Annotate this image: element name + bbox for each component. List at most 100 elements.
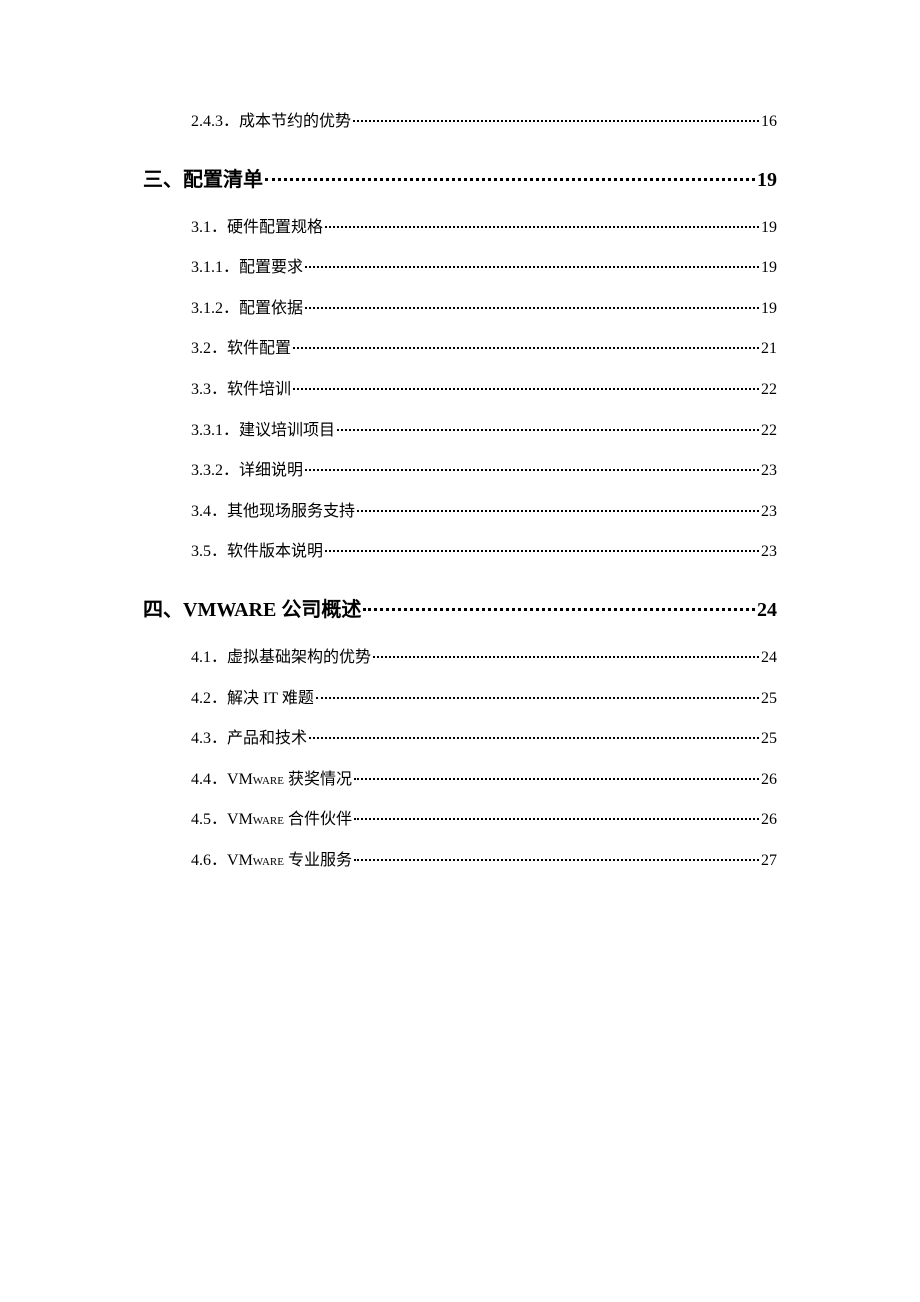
toc-entry: 3.3.2． 详细说明 23 <box>143 457 777 484</box>
toc-chapter-number: 三、 <box>143 164 183 196</box>
toc-entry-title: 建议培训项目 <box>239 418 335 444</box>
toc-entry: 3.5． 软件版本说明 23 <box>143 538 777 565</box>
toc-entry-title: 虚拟基础架构的优势 <box>227 645 371 671</box>
toc-leader-dots <box>353 104 759 122</box>
toc-entry-number: 3.1.2． <box>191 296 239 322</box>
toc-chapter-page: 24 <box>757 594 777 626</box>
toc-leader-dots <box>354 762 759 780</box>
toc-chapter: 三、 配置清单 19 3.1． 硬件配置规格 19 3.1.1． 配置要求 19… <box>143 163 777 565</box>
document-page: 2.4.3． 成本节约的优势 16 三、 配置清单 19 3.1． 硬件配置规格… <box>0 0 920 1302</box>
toc-entry-title: 配置依据 <box>239 296 303 322</box>
toc-entry-number: 3.3． <box>191 377 227 403</box>
toc-leader-dots <box>265 158 755 181</box>
toc-entry-number: 2.4.3． <box>191 109 239 135</box>
toc-entry: 3.3.1． 建议培训项目 22 <box>143 417 777 444</box>
toc-entry-title: 配置要求 <box>239 255 303 281</box>
toc-leader-dots <box>305 453 759 471</box>
toc-entry-title: VMware 合件伙伴 <box>227 807 352 833</box>
toc-leader-dots <box>337 413 759 431</box>
toc-entry-page: 21 <box>761 336 777 362</box>
toc-entry-title: 软件培训 <box>227 377 291 403</box>
toc-leader-dots <box>305 250 759 268</box>
toc-entry-title: 产品和技术 <box>227 726 307 752</box>
toc-chapter-heading: 三、 配置清单 19 <box>143 163 777 196</box>
toc-entry: 4.4． VMware 获奖情况 26 <box>143 766 777 793</box>
toc-entry-number: 3.1． <box>191 215 227 241</box>
toc-entry-title-smallcaps: ware <box>253 771 284 788</box>
toc-entry: 3.4． 其他现场服务支持 23 <box>143 498 777 525</box>
toc-entry-title: 解决 IT 难题 <box>227 686 314 712</box>
toc-leader-dots <box>363 588 755 611</box>
toc-leader-dots <box>325 534 759 552</box>
toc-entry-number: 3.3.1． <box>191 418 239 444</box>
toc-entry-page: 26 <box>761 767 777 793</box>
toc-chapter: 四、 VMWARE 公司概述 24 4.1． 虚拟基础架构的优势 24 4.2．… <box>143 593 777 874</box>
toc-entry-page: 25 <box>761 686 777 712</box>
toc-entry-page: 27 <box>761 848 777 874</box>
toc-leader-dots <box>309 721 759 739</box>
toc-entry-page: 22 <box>761 418 777 444</box>
toc-entry-number: 4.4． <box>191 767 227 793</box>
toc-entry-title-smallcaps: ware <box>253 852 284 869</box>
toc-chapter-page: 19 <box>757 164 777 196</box>
toc-entry-page: 22 <box>761 377 777 403</box>
toc-entry-page: 19 <box>761 215 777 241</box>
toc-entry-page: 23 <box>761 539 777 565</box>
toc-entry-title-prefix: VM <box>227 811 253 828</box>
toc-entry: 4.3． 产品和技术 25 <box>143 725 777 752</box>
toc-chapter-title: 配置清单 <box>183 164 263 196</box>
toc-entry-title-prefix: VM <box>227 852 253 869</box>
toc-entry-title: VMware 专业服务 <box>227 848 352 874</box>
toc-entry-title: 其他现场服务支持 <box>227 499 355 525</box>
toc-entry-page: 26 <box>761 807 777 833</box>
toc-leader-dots <box>357 494 759 512</box>
toc-entry-number: 4.3． <box>191 726 227 752</box>
toc-entry-number: 3.3.2． <box>191 458 239 484</box>
toc-entry: 3.1.1． 配置要求 19 <box>143 254 777 281</box>
toc-entry-title: 硬件配置规格 <box>227 215 323 241</box>
toc-entry: 4.2． 解决 IT 难题 25 <box>143 685 777 712</box>
toc-entry: 4.5． VMware 合件伙伴 26 <box>143 806 777 833</box>
toc-entry-page: 19 <box>761 255 777 281</box>
toc-entry: 2.4.3． 成本节约的优势 16 <box>143 108 777 135</box>
toc-entry: 4.6． VMware 专业服务 27 <box>143 847 777 874</box>
toc-chapter-number: 四、 <box>143 594 183 626</box>
toc-entry-page: 16 <box>761 109 777 135</box>
toc-chapter-heading: 四、 VMWARE 公司概述 24 <box>143 593 777 626</box>
toc-entry-title: 软件配置 <box>227 336 291 362</box>
toc-chapter-title: VMWARE 公司概述 <box>183 594 361 626</box>
toc-entry: 3.2． 软件配置 21 <box>143 335 777 362</box>
toc-entry: 3.1． 硬件配置规格 19 <box>143 214 777 241</box>
toc-entry-page: 19 <box>761 296 777 322</box>
toc-entry-page: 24 <box>761 645 777 671</box>
toc-entry-title-suffix: 合件伙伴 <box>284 811 352 828</box>
toc-entry: 3.1.2． 配置依据 19 <box>143 295 777 322</box>
toc-entry-title: 详细说明 <box>239 458 303 484</box>
toc-entry-number: 4.5． <box>191 807 227 833</box>
toc-entry-number: 3.1.1． <box>191 255 239 281</box>
toc-entry-page: 23 <box>761 458 777 484</box>
toc-leader-dots <box>354 843 759 861</box>
toc-entry: 3.3． 软件培训 22 <box>143 376 777 403</box>
toc-entry-title-suffix: 专业服务 <box>284 852 352 869</box>
toc-entry-title: 成本节约的优势 <box>239 109 351 135</box>
toc-entry-title: VMware 获奖情况 <box>227 767 352 793</box>
toc-leader-dots <box>325 210 759 228</box>
toc-leader-dots <box>305 291 759 309</box>
toc-leader-dots <box>316 681 759 699</box>
toc-entry-number: 4.6． <box>191 848 227 874</box>
toc-leader-dots <box>293 372 759 390</box>
toc-entry-number: 3.5． <box>191 539 227 565</box>
toc-entry: 4.1． 虚拟基础架构的优势 24 <box>143 644 777 671</box>
toc-entry-number: 4.2． <box>191 686 227 712</box>
toc-entry-title-prefix: VM <box>227 771 253 788</box>
toc-entry-title-smallcaps: ware <box>253 811 284 828</box>
toc-entry-page: 23 <box>761 499 777 525</box>
toc-leader-dots <box>354 802 759 820</box>
toc-entry-number: 3.2． <box>191 336 227 362</box>
toc-leader-dots <box>293 331 759 349</box>
toc-leader-dots <box>373 640 759 658</box>
toc-entry-title-suffix: 获奖情况 <box>284 771 352 788</box>
toc-entry-title: 软件版本说明 <box>227 539 323 565</box>
toc-entry-number: 4.1． <box>191 645 227 671</box>
